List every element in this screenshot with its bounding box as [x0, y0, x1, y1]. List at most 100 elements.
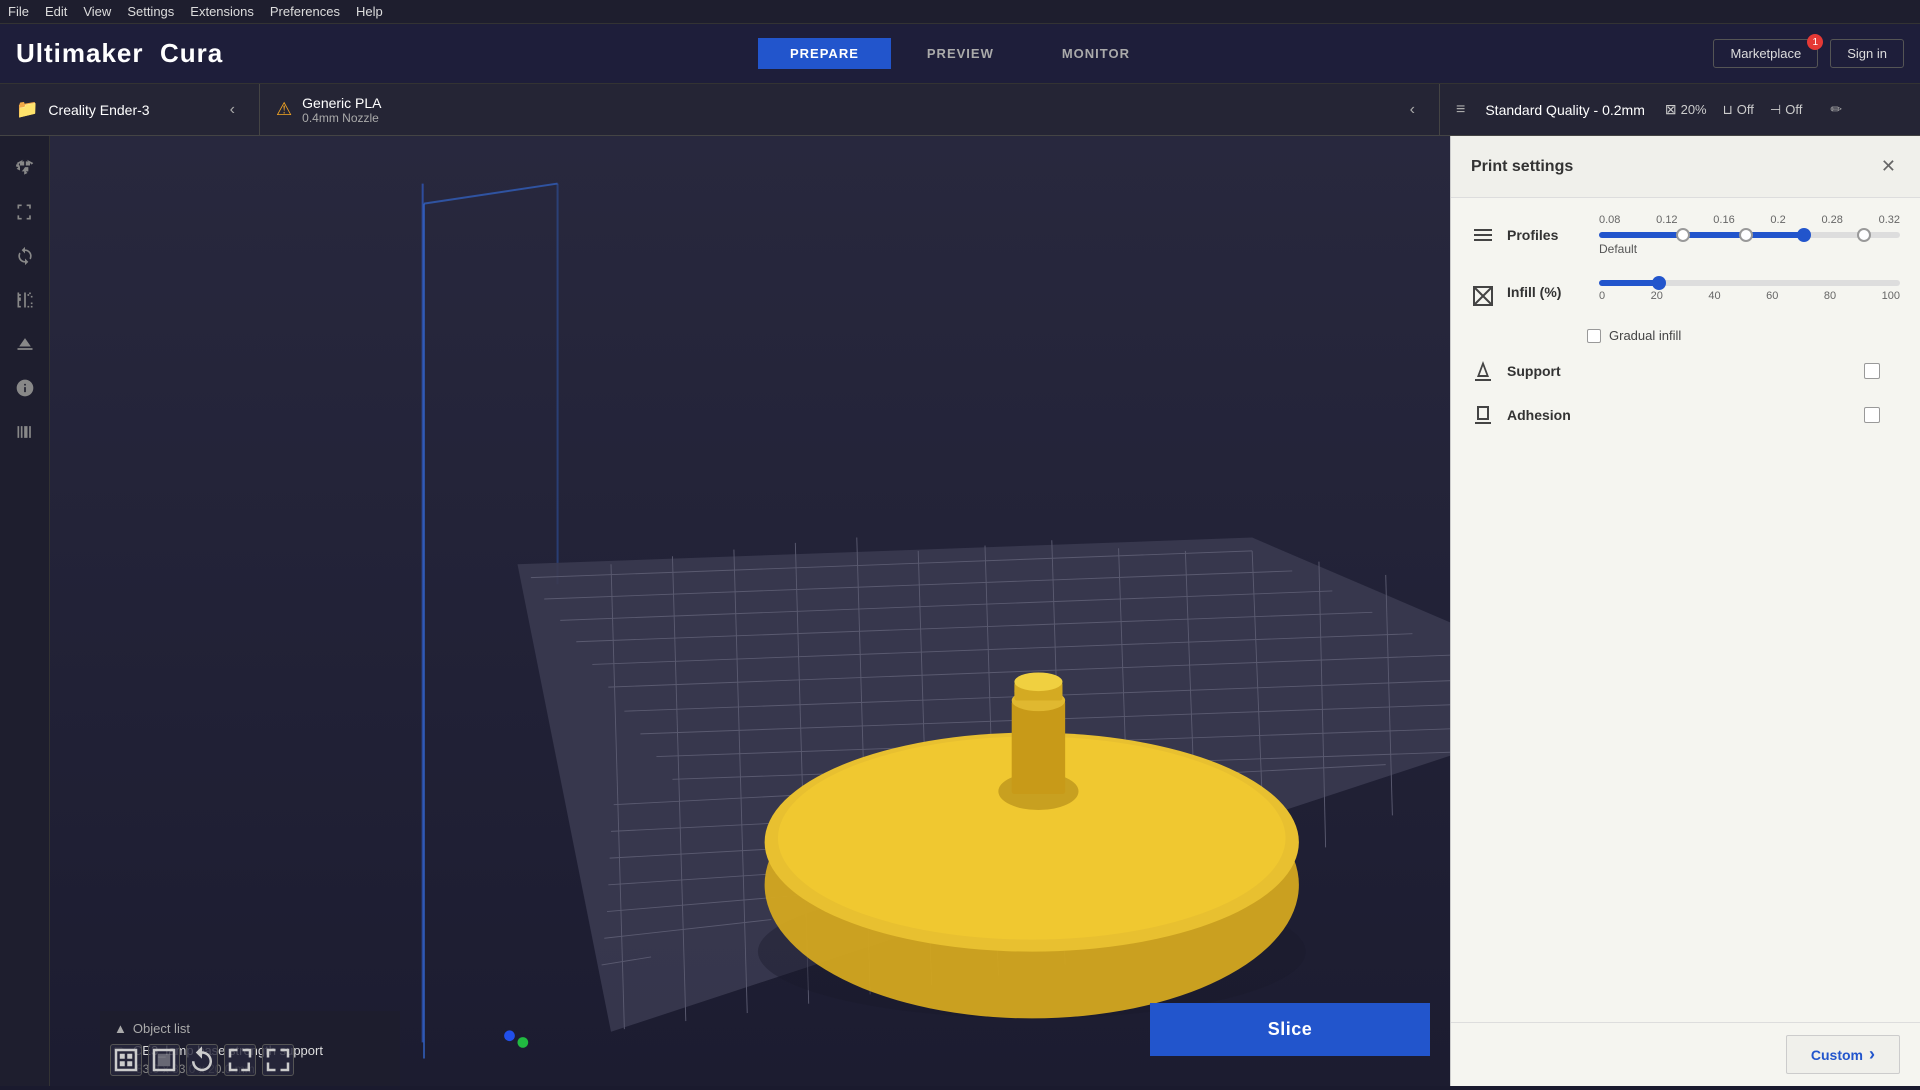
infill-content: 0 20 40 60 80 100 [1599, 280, 1900, 302]
main-content: ▲ Object list ✏ CE3_lamp base strength s… [0, 136, 1920, 1086]
adhesion-checkbox[interactable] [1864, 407, 1880, 423]
material-nav-arrow[interactable]: ‹ [1402, 97, 1423, 123]
marketplace-button[interactable]: Marketplace 1 [1713, 39, 1818, 68]
infill-thumb[interactable] [1652, 276, 1666, 290]
tick-020: 0.2 [1770, 214, 1785, 226]
profile-thumb-4[interactable] [1857, 228, 1871, 242]
quality-icon: ≡ [1456, 101, 1465, 119]
menu-edit[interactable]: Edit [45, 4, 67, 19]
gradual-infill-label: Gradual infill [1609, 328, 1681, 343]
settings-edit-icon[interactable]: ✏ [1830, 101, 1842, 118]
support-icon: ⊔ [1723, 102, 1733, 118]
infill-label: Infill (%) [1507, 284, 1587, 300]
menu-view[interactable]: View [83, 4, 111, 19]
material-nozzle: 0.4mm Nozzle [302, 111, 381, 125]
infill-tick-40: 40 [1708, 290, 1720, 302]
menu-preferences[interactable]: Preferences [270, 4, 340, 19]
infill-ticks: 0 20 40 60 80 100 [1599, 290, 1900, 302]
view-tools [110, 1044, 294, 1076]
custom-label: Custom [1811, 1047, 1863, 1063]
view-zoom-button[interactable] [262, 1044, 294, 1076]
profile-thumb-1[interactable] [1676, 228, 1690, 242]
nav-buttons: PREPARE PREVIEW MONITOR [758, 38, 1162, 69]
support-value: Off [1737, 102, 1754, 117]
infill-tick-60: 60 [1766, 290, 1778, 302]
print-settings-panel: Print settings ✕ Profiles 0.08 0.12 0.16 [1450, 136, 1920, 1086]
view-reset-button[interactable] [186, 1044, 218, 1076]
marketplace-label: Marketplace [1730, 46, 1801, 61]
profile-thumb-2[interactable] [1739, 228, 1753, 242]
adhesion-row: Adhesion [1471, 403, 1900, 427]
menu-extensions[interactable]: Extensions [190, 4, 254, 19]
material-name: Generic PLA [302, 95, 381, 111]
tool-mirror[interactable] [7, 282, 43, 318]
infill-value: 20% [1681, 102, 1707, 117]
print-settings-header: Print settings ✕ [1451, 136, 1920, 198]
print-settings-title: Print settings [1471, 158, 1573, 176]
adhesion-display: ⊣ Off [1770, 102, 1802, 118]
gradual-infill-row[interactable]: Gradual infill [1587, 328, 1900, 343]
view-fit-button[interactable] [224, 1044, 256, 1076]
view-perspective-button[interactable] [110, 1044, 142, 1076]
infill-slider-track[interactable] [1599, 280, 1900, 286]
slice-button-container: Slice [1150, 1003, 1430, 1056]
material-info: Generic PLA 0.4mm Nozzle [302, 95, 381, 125]
settings-content: Profiles 0.08 0.12 0.16 0.2 0.28 0.32 [1451, 198, 1920, 1022]
tick-028: 0.28 [1821, 214, 1842, 226]
tick-016: 0.16 [1713, 214, 1734, 226]
signin-button[interactable]: Sign in [1830, 39, 1904, 68]
quality-settings: ⊠ 20% ⊔ Off ⊣ Off [1665, 101, 1802, 118]
infill-icon [1471, 284, 1495, 308]
nav-monitor[interactable]: MONITOR [1030, 38, 1162, 69]
viewport[interactable]: ▲ Object list ✏ CE3_lamp base strength s… [50, 136, 1920, 1086]
menu-help[interactable]: Help [356, 4, 383, 19]
menu-settings[interactable]: Settings [127, 4, 174, 19]
nav-preview[interactable]: PREVIEW [895, 38, 1026, 69]
adhesion-settings-icon [1471, 403, 1495, 427]
custom-button[interactable]: Custom › [1786, 1035, 1900, 1074]
infill-grid-icon: ⊠ [1665, 101, 1677, 118]
header-right: Marketplace 1 Sign in [1713, 39, 1904, 68]
adhesion-icon: ⊣ [1770, 102, 1781, 118]
tool-move[interactable] [7, 150, 43, 186]
profile-default: Default [1599, 242, 1900, 256]
support-settings-label: Support [1507, 363, 1587, 379]
material-warning-icon: ⚠ [276, 99, 292, 120]
infill-tick-80: 80 [1824, 290, 1836, 302]
gradual-infill-checkbox[interactable] [1587, 329, 1601, 343]
left-sidebar [0, 136, 50, 1086]
nav-prepare[interactable]: PREPARE [758, 38, 891, 69]
view-top-button[interactable] [148, 1044, 180, 1076]
support-row: Support [1471, 359, 1900, 383]
infill-row: Infill (%) 0 20 40 60 80 100 [1471, 280, 1900, 308]
tool-support-blocker[interactable] [7, 414, 43, 450]
printer-section[interactable]: 📁 Creality Ender-3 ‹ [0, 84, 260, 135]
close-settings-button[interactable]: ✕ [1877, 152, 1900, 181]
profile-slider-track[interactable] [1599, 232, 1900, 238]
printer-nav-arrow[interactable]: ‹ [222, 97, 243, 123]
infill-tick-0: 0 [1599, 290, 1605, 302]
app-logo: Ultimaker Cura [16, 38, 223, 69]
object-list-label: Object list [133, 1021, 190, 1036]
support-display: ⊔ Off [1723, 102, 1754, 118]
tool-rotate[interactable] [7, 238, 43, 274]
infill-display: ⊠ 20% [1665, 101, 1707, 118]
material-section[interactable]: ⚠ Generic PLA 0.4mm Nozzle ‹ [260, 84, 1440, 135]
tool-scale[interactable] [7, 194, 43, 230]
quality-section[interactable]: ≡ Standard Quality - 0.2mm ⊠ 20% ⊔ Off ⊣… [1440, 84, 1920, 135]
tool-per-model-settings[interactable] [7, 370, 43, 406]
support-settings-icon [1471, 359, 1495, 383]
support-checkbox[interactable] [1864, 363, 1880, 379]
folder-icon: 📁 [16, 99, 38, 120]
tool-lay-flat[interactable] [7, 326, 43, 362]
menu-bar: File Edit View Settings Extensions Prefe… [0, 0, 1920, 24]
profile-thumb-active[interactable] [1797, 228, 1811, 242]
menu-file[interactable]: File [8, 4, 29, 19]
slice-button[interactable]: Slice [1150, 1003, 1430, 1056]
tick-012: 0.12 [1656, 214, 1677, 226]
infill-slider-fill [1599, 280, 1659, 286]
object-list-header[interactable]: ▲ Object list [114, 1021, 386, 1036]
tick-032: 0.32 [1879, 214, 1900, 226]
profile-ticks: 0.08 0.12 0.16 0.2 0.28 0.32 [1599, 214, 1900, 226]
quality-label: Standard Quality - 0.2mm [1485, 102, 1645, 118]
